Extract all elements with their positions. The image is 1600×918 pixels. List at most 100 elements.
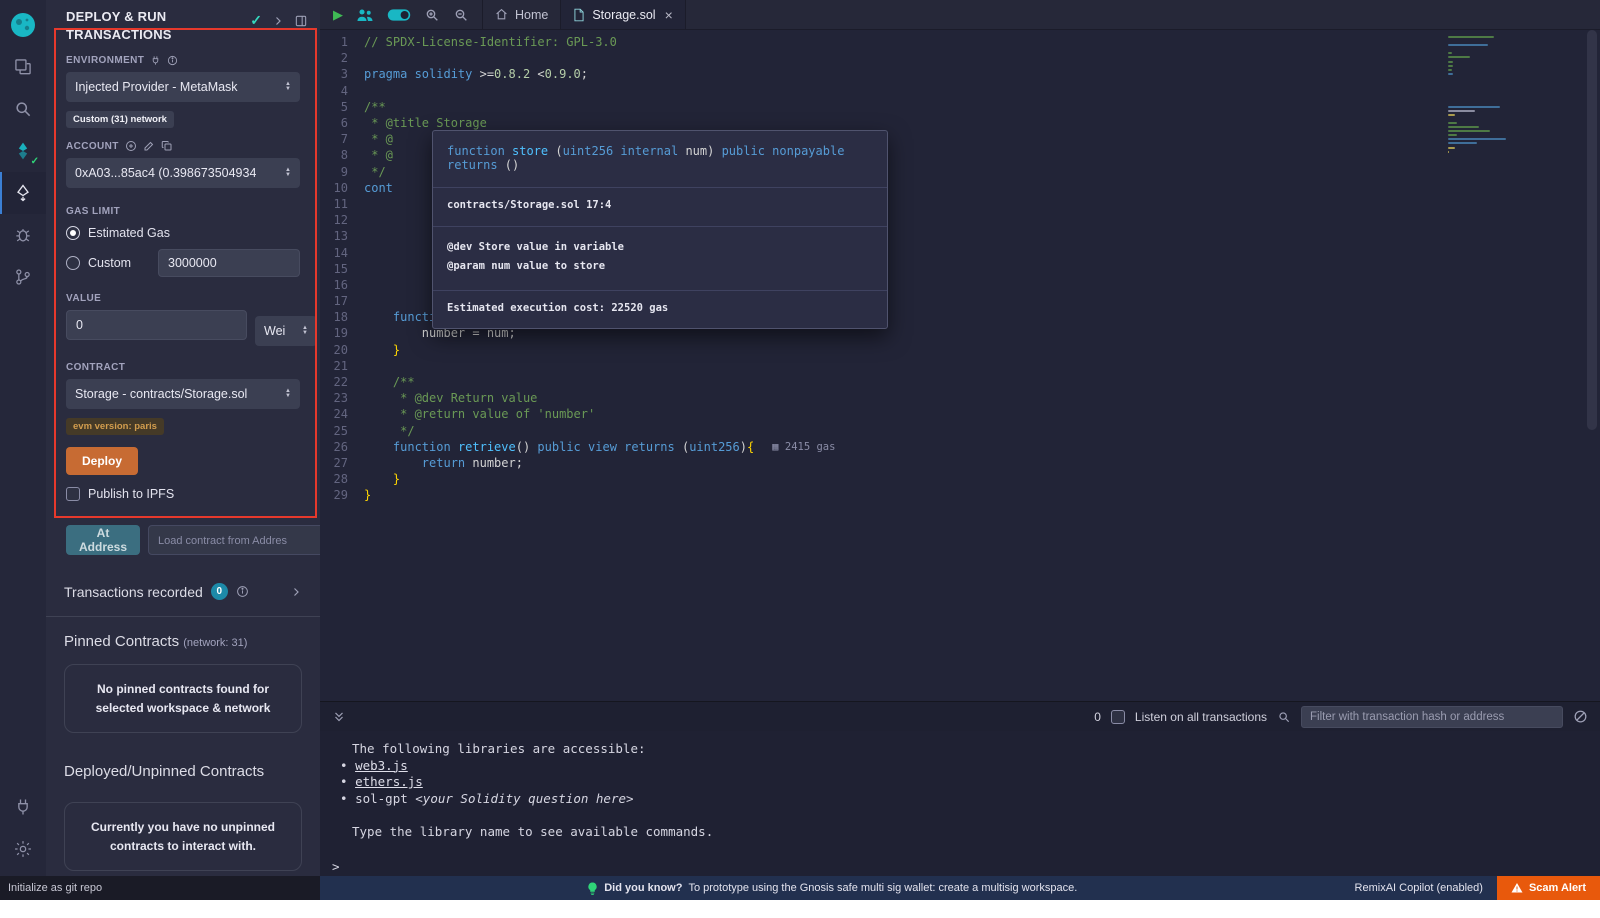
browser-bottom-strip [0,900,1600,918]
info-icon[interactable] [167,55,178,66]
contract-label: CONTRACT [66,362,300,373]
copilot-status[interactable]: RemixAI Copilot (enabled) [1355,882,1483,894]
code-line[interactable]: 27 return number; [320,455,1600,471]
add-account-icon[interactable] [125,140,137,152]
code-line[interactable]: 21 [320,358,1600,374]
expand-transactions-icon[interactable] [290,586,302,598]
tab-storage-sol[interactable]: Storage.sol × [560,0,685,29]
minimap-line [1448,106,1500,108]
account-value: 0xA03...85ac4 (0.398673504934 [75,166,256,180]
publish-label: Publish to IPFS [88,487,174,501]
environment-select[interactable]: Injected Provider - MetaMask ▲▼ [66,72,300,102]
contract-select[interactable]: Storage - contracts/Storage.sol ▲▼ [66,379,300,409]
line-number: 4 [320,84,364,98]
custom-gas-option[interactable]: Custom [66,249,300,277]
code-line[interactable]: 4 [320,83,1600,99]
code-line[interactable]: 22 /** [320,374,1600,390]
code-line[interactable]: 29} [320,487,1600,503]
code-line[interactable]: 25 */ [320,423,1600,439]
minimap-line [1448,56,1470,58]
editor-scrollbar[interactable] [1587,30,1597,430]
code-line[interactable]: 24 * @return value of 'number' [320,406,1600,422]
deploy-button[interactable]: Deploy [66,447,138,475]
deployed-contracts-heading: Deployed/Unpinned Contracts [46,763,320,780]
run-script-icon[interactable]: ▶ [333,7,343,23]
did-you-know-tip: Did you know? To prototype using the Gno… [320,876,1345,900]
account-select[interactable]: 0xA03...85ac4 (0.398673504934 ▲▼ [66,158,300,188]
terminal-listen-count: 0 [1094,710,1101,724]
minimap-line [1448,110,1475,112]
code-line[interactable]: 6 * @title Storage [320,115,1600,131]
value-unit-select[interactable]: Wei ▲▼ [255,316,317,346]
network-badge: Custom (31) network [66,111,174,128]
minimap-line [1448,151,1449,153]
at-address-input[interactable] [148,525,320,555]
deploy-and-run-icon[interactable] [0,172,46,214]
minimap-line [1448,138,1506,140]
line-number: 2 [320,51,364,65]
code-line[interactable]: 5/** [320,99,1600,115]
code-line[interactable]: 20 } [320,342,1600,358]
publish-checkbox[interactable] [66,487,80,501]
close-tab-icon[interactable]: × [665,7,673,23]
remix-logo[interactable] [0,4,46,46]
custom-gas-input[interactable] [158,249,300,277]
line-number: 26 [320,440,364,454]
listen-all-transactions-checkbox[interactable] [1111,710,1125,724]
git-init-status[interactable]: Initialize as git repo [0,876,320,900]
zoom-out-icon[interactable] [453,7,469,23]
minimap-line [1448,114,1455,116]
tooltip-docs: @dev Store value in variable @param num … [433,226,887,290]
terminal-library-link[interactable]: web3.js [355,758,408,773]
chevron-right-icon[interactable] [272,15,284,27]
estimated-gas-label: Estimated Gas [88,226,170,240]
pin-panel-icon[interactable] [294,14,308,28]
pinned-network-subtitle: (network: 31) [183,637,247,649]
solidity-compiler-icon[interactable]: ✓ [0,130,46,172]
code-line[interactable]: 28 } [320,471,1600,487]
pinned-contracts-heading: Pinned Contracts (network: 31) [46,633,320,650]
value-unit: Wei [264,324,285,338]
code-line[interactable]: 2 [320,50,1600,66]
radio-selected[interactable] [66,226,80,240]
select-caret-icon: ▲▼ [285,168,291,178]
line-number: 10 [320,181,364,195]
terminal-library-link[interactable]: ethers.js [355,774,423,789]
debugger-icon[interactable] [0,214,46,256]
terminal-output[interactable]: The following libraries are accessible:•… [320,731,1600,876]
transactions-count-badge: 0 [211,583,228,600]
clear-console-icon[interactable] [1573,709,1588,724]
plugin-manager-icon[interactable] [0,786,46,828]
toggle-icon[interactable] [387,8,411,22]
transactions-recorded-row[interactable]: Transactions recorded 0 [46,583,320,600]
scam-alert-button[interactable]: Scam Alert [1497,876,1600,900]
code-editor[interactable]: 1// SPDX-License-Identifier: GPL-3.023pr… [320,30,1600,701]
copy-address-icon[interactable] [161,140,173,152]
minimap[interactable] [1448,36,1510,155]
code-line[interactable]: 3pragma solidity >=0.8.2 <0.9.0; [320,66,1600,82]
estimated-gas-option[interactable]: Estimated Gas [66,226,300,240]
tab-home[interactable]: Home [482,0,560,29]
collaborate-icon[interactable] [356,7,374,23]
zoom-in-icon[interactable] [424,7,440,23]
info-icon[interactable] [236,585,249,598]
tooltip-gas-cost: Estimated execution cost: 22520 gas [433,290,887,328]
value-label: VALUE [66,293,300,304]
code-line[interactable]: 23 * @dev Return value [320,390,1600,406]
search-icon[interactable] [0,88,46,130]
at-address-button[interactable]: At Address [66,525,140,555]
radio-unselected[interactable] [66,256,80,270]
code-line[interactable]: 1// SPDX-License-Identifier: GPL-3.0 [320,34,1600,50]
git-icon[interactable] [0,256,46,298]
select-caret-icon: ▲▼ [302,326,308,336]
value-input[interactable] [66,310,247,340]
settings-gear-icon[interactable] [0,828,46,870]
transaction-filter-input[interactable] [1301,706,1563,728]
line-number: 19 [320,326,364,340]
file-explorer-icon[interactable] [0,46,46,88]
line-number: 6 [320,116,364,130]
sign-message-icon[interactable] [143,140,155,152]
collapse-terminal-icon[interactable] [332,710,346,724]
publish-to-ipfs-option[interactable]: Publish to IPFS [66,487,300,501]
code-line[interactable]: 26 function retrieve() public view retur… [320,439,1600,455]
